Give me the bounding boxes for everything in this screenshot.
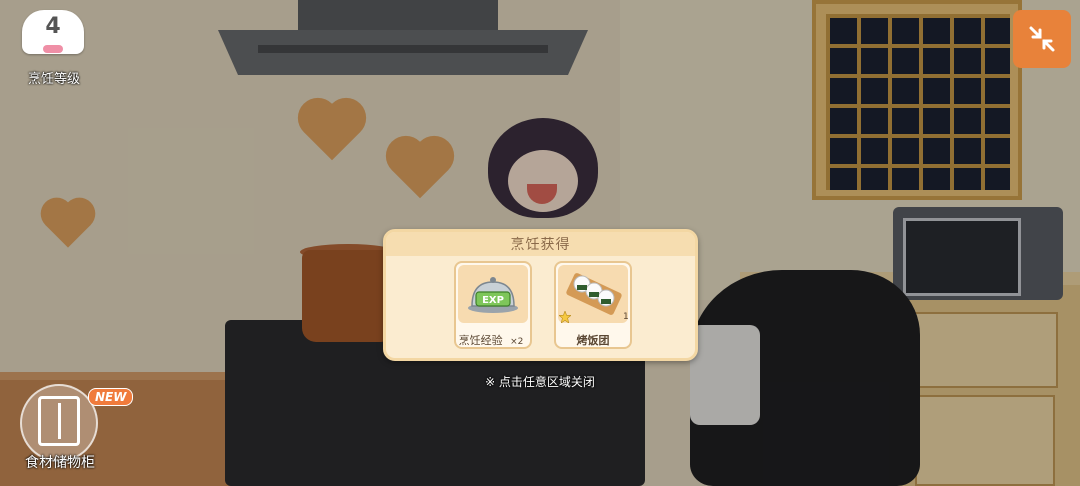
dialog-title: 烹饪获得 bbox=[510, 237, 571, 253]
cooking-level-value: 4 bbox=[45, 14, 61, 39]
exp-cloche-icon: EXP bbox=[468, 277, 518, 313]
rice-ball-qty: 1 bbox=[623, 312, 629, 322]
bow-icon bbox=[43, 45, 63, 53]
exp-item-name: 烹饪经验 bbox=[458, 334, 503, 347]
ingredient-storage-label: 食材储物柜 bbox=[25, 455, 95, 471]
close-hint: ※ 点击任意区域关闭 bbox=[485, 375, 595, 389]
new-badge: NEW bbox=[88, 388, 134, 406]
exp-item-qty: ×2 bbox=[510, 337, 524, 347]
reward-item-label: 烹饪经验 ×2 bbox=[452, 332, 530, 348]
collapse-button[interactable] bbox=[1013, 10, 1071, 68]
svg-text:EXP: EXP bbox=[482, 295, 504, 306]
grilled-rice-ball-icon bbox=[566, 273, 622, 315]
cooking-level-label: 烹饪等级 bbox=[27, 72, 80, 87]
cabinet-icon bbox=[38, 396, 80, 446]
rice-ball-item-name: 烤饭团 bbox=[576, 334, 610, 347]
star-icon bbox=[559, 311, 571, 323]
collapse-arrows-icon bbox=[1029, 26, 1055, 52]
